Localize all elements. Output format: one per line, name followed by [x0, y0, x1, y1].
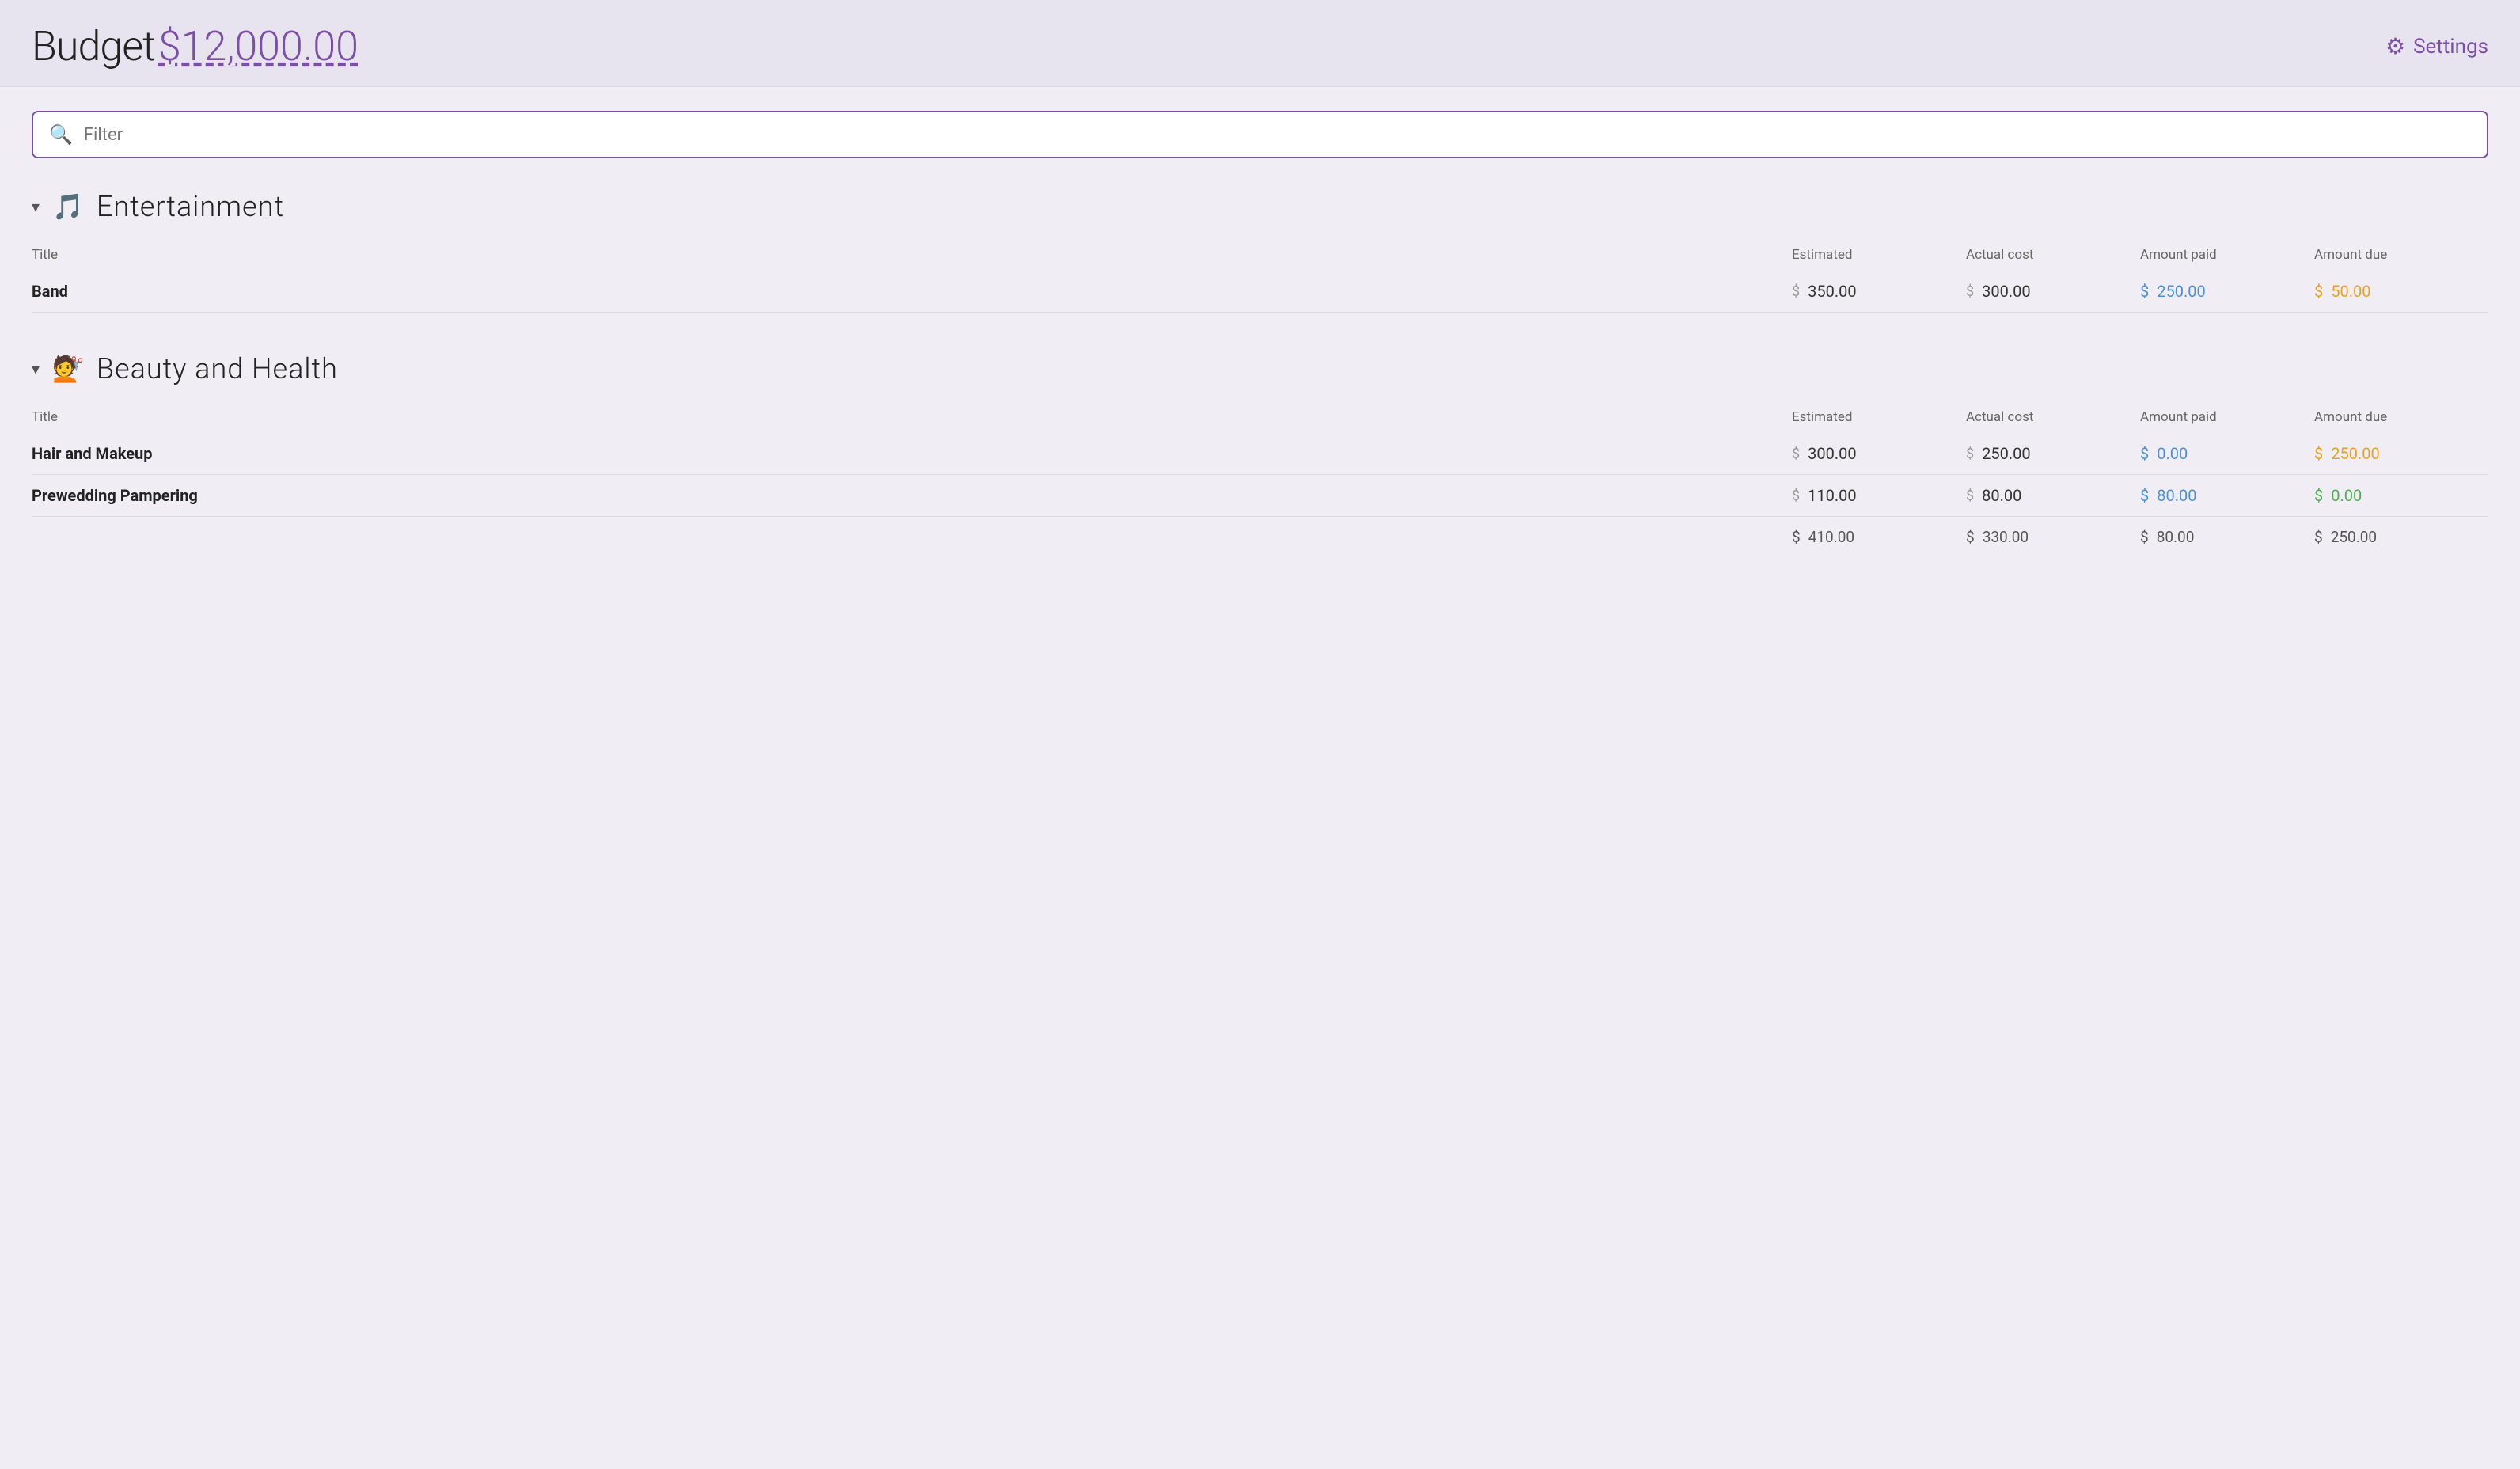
amount-due-value: 0.00	[2331, 486, 2362, 505]
filter-container: 🔍	[32, 111, 2488, 158]
dollar-icon: $	[2314, 444, 2323, 463]
main-content: 🔍 ▾ 🎵 Entertainment Title Estimated Actu…	[0, 87, 2520, 621]
search-icon: 🔍	[49, 123, 73, 146]
dollar-icon: $	[2140, 444, 2149, 463]
beauty-health-section: ▾ 💇 Beauty and Health Title Estimated Ac…	[32, 352, 2488, 557]
totals-estimated: $ 410.00	[1792, 528, 1966, 546]
amount-due-value: 250.00	[2331, 444, 2379, 463]
dollar-icon: $	[1792, 283, 1800, 300]
dollar-icon: $	[2140, 486, 2149, 505]
col-title: Title	[32, 247, 1792, 263]
item-actual-cost: $ 250.00	[1966, 444, 2140, 463]
totals-amount-due: $ 250.00	[2314, 528, 2488, 546]
item-amount-paid: $ 250.00	[2140, 282, 2314, 301]
entertainment-section: ▾ 🎵 Entertainment Title Estimated Actual…	[32, 190, 2488, 313]
col-amount-due: Amount due	[2314, 247, 2488, 263]
dollar-icon: $	[1966, 283, 1974, 300]
table-row: Prewedding Pampering $ 110.00 $ 80.00 $ …	[32, 475, 2488, 517]
estimated-value: 350.00	[1808, 282, 1856, 301]
item-actual-cost: $ 300.00	[1966, 282, 2140, 301]
beauty-health-table: Title Estimated Actual cost Amount paid …	[32, 404, 2488, 557]
header: Budget $12,000.00 ⚙ Settings	[0, 0, 2520, 87]
totals-paid-value: 80.00	[2157, 528, 2195, 546]
chevron-down-icon[interactable]: ▾	[32, 197, 40, 216]
item-amount-due: $ 0.00	[2314, 486, 2488, 505]
totals-row: $ 410.00 $ 330.00 $ 80.00 $ 250.00	[32, 517, 2488, 557]
amount-paid-value: 80.00	[2157, 486, 2196, 505]
dollar-icon: $	[1966, 488, 1974, 504]
budget-label: Budget	[32, 22, 155, 70]
filter-input[interactable]	[84, 125, 2471, 145]
beauty-health-header[interactable]: ▾ 💇 Beauty and Health	[32, 352, 2488, 385]
actual-cost-value: 80.00	[1982, 486, 2021, 505]
item-estimated: $ 300.00	[1792, 444, 1966, 463]
item-amount-due: $ 50.00	[2314, 282, 2488, 301]
col-actual-cost: Actual cost	[1966, 409, 2140, 425]
actual-cost-value: 300.00	[1982, 282, 2030, 301]
table-header: Title Estimated Actual cost Amount paid …	[32, 404, 2488, 430]
estimated-value: 300.00	[1808, 444, 1856, 463]
dollar-icon: $	[2314, 282, 2323, 301]
col-amount-paid: Amount paid	[2140, 247, 2314, 263]
table-header: Title Estimated Actual cost Amount paid …	[32, 242, 2488, 268]
item-actual-cost: $ 80.00	[1966, 486, 2140, 505]
dollar-icon: $	[2314, 486, 2323, 505]
item-title: Hair and Makeup	[32, 444, 1792, 463]
dollar-icon: $	[2140, 528, 2149, 546]
settings-button[interactable]: ⚙ Settings	[2385, 33, 2488, 59]
dollar-icon: $	[1966, 528, 1975, 546]
settings-label: Settings	[2413, 35, 2488, 59]
amount-due-value: 50.00	[2331, 282, 2370, 301]
col-estimated: Estimated	[1792, 247, 1966, 263]
estimated-value: 110.00	[1808, 486, 1856, 505]
col-actual-cost: Actual cost	[1966, 247, 2140, 263]
totals-actual-cost: $ 330.00	[1966, 528, 2140, 546]
item-amount-paid: $ 0.00	[2140, 444, 2314, 463]
dollar-icon: $	[1966, 446, 1974, 462]
dollar-icon: $	[1792, 446, 1800, 462]
table-row: Hair and Makeup $ 300.00 $ 250.00 $ 0.00…	[32, 433, 2488, 475]
header-budget: Budget $12,000.00	[32, 22, 359, 70]
budget-amount[interactable]: $12,000.00	[158, 22, 359, 70]
entertainment-header[interactable]: ▾ 🎵 Entertainment	[32, 190, 2488, 223]
entertainment-icon: 🎵	[52, 192, 84, 222]
totals-actual-value: 330.00	[1983, 528, 2029, 546]
entertainment-title: Entertainment	[97, 190, 284, 223]
col-amount-paid: Amount paid	[2140, 409, 2314, 425]
col-amount-due: Amount due	[2314, 409, 2488, 425]
totals-due-value: 250.00	[2331, 528, 2377, 546]
item-estimated: $ 350.00	[1792, 282, 1966, 301]
dollar-icon: $	[1792, 528, 1801, 546]
dollar-icon: $	[1792, 488, 1800, 504]
table-row: Band $ 350.00 $ 300.00 $ 250.00 $ 50.00	[32, 271, 2488, 313]
totals-estimated-value: 410.00	[1808, 528, 1854, 546]
item-amount-due: $ 250.00	[2314, 444, 2488, 463]
gear-icon: ⚙	[2385, 33, 2405, 59]
entertainment-table: Title Estimated Actual cost Amount paid …	[32, 242, 2488, 313]
col-title: Title	[32, 409, 1792, 425]
item-title: Band	[32, 282, 1792, 301]
amount-paid-value: 250.00	[2157, 282, 2205, 301]
item-estimated: $ 110.00	[1792, 486, 1966, 505]
dollar-icon: $	[2140, 282, 2149, 301]
item-title: Prewedding Pampering	[32, 486, 1792, 505]
item-amount-paid: $ 80.00	[2140, 486, 2314, 505]
totals-amount-paid: $ 80.00	[2140, 528, 2314, 546]
dollar-icon: $	[2314, 528, 2323, 546]
col-estimated: Estimated	[1792, 409, 1966, 425]
beauty-health-title: Beauty and Health	[97, 352, 338, 385]
amount-paid-value: 0.00	[2157, 444, 2188, 463]
chevron-down-icon[interactable]: ▾	[32, 359, 40, 378]
actual-cost-value: 250.00	[1982, 444, 2030, 463]
beauty-health-icon: 💇	[52, 354, 84, 384]
